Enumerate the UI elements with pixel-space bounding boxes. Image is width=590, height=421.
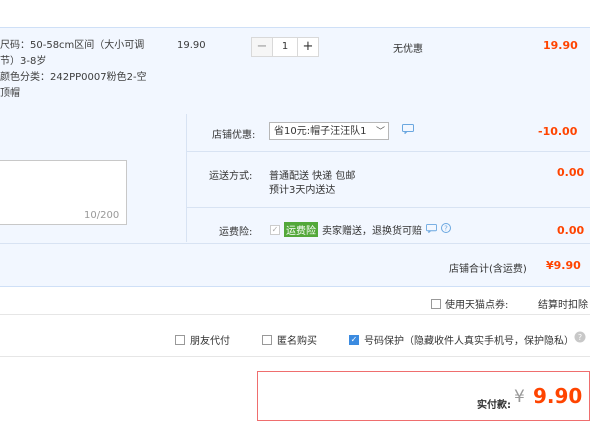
insurance-row: ✓ 运费险 卖家赠送，退换货可赔 ? (270, 222, 451, 237)
divider (186, 207, 590, 208)
privacy-label: 号码保护（隐藏收件人真实手机号，保护隐私） (364, 336, 574, 347)
insurance-checkbox: ✓ (270, 224, 280, 235)
anonymous-label: 匿名购买 (277, 336, 317, 347)
discount-text: 无优惠 (393, 44, 423, 55)
shop-promo-amount: -10.00 (538, 125, 578, 138)
divider (186, 114, 187, 242)
insurance-badge: 运费险 (284, 222, 318, 237)
shop-total-label: 店铺合计(含运费) (449, 264, 527, 275)
shop-total-value: ¥9.90 (546, 259, 581, 272)
insurance-label: 运费险: (219, 227, 253, 238)
chat-icon[interactable] (426, 223, 437, 236)
shop-promo-selected: 省10元:帽子汪汪队1 (274, 126, 367, 137)
anonymous-checkbox[interactable] (262, 334, 272, 345)
shop-promo-select[interactable]: 省10元:帽子汪汪队1 ﹀ (269, 122, 389, 140)
insurance-amount: 0.00 (557, 224, 585, 237)
shipping-eta: 预计3天内送达 (269, 185, 336, 196)
shipping-label: 运送方式: (209, 171, 253, 182)
shipping-amount: 0.00 (557, 166, 585, 179)
points-label: 使用天猫点券: (445, 300, 509, 311)
anonymous-option[interactable]: 匿名购买 (262, 332, 317, 347)
attr-line: 颜色分类：242PP0007粉色2-空 (0, 72, 147, 83)
help-icon[interactable]: ? (574, 331, 586, 346)
svg-text:?: ? (578, 333, 582, 342)
friend-pay-checkbox[interactable] (175, 334, 185, 345)
points-checkbox[interactable] (431, 298, 441, 309)
currency-symbol: ¥ (514, 387, 525, 407)
item-attributes: 尺码：50-58cm区间（大小可调 节）3-8岁 颜色分类：242PP0007粉… (0, 38, 150, 102)
quantity-stepper: − 1 + (251, 37, 319, 57)
help-icon[interactable]: ? (441, 223, 451, 236)
divider (0, 243, 590, 244)
attr-line: 尺码：50-58cm区间（大小可调 (0, 40, 145, 51)
unit-price: 19.90 (177, 40, 206, 51)
decrease-button[interactable]: − (251, 37, 273, 57)
points-deduct-text: 结算时扣除 (538, 300, 588, 311)
increase-button[interactable]: + (297, 37, 319, 57)
privacy-checkbox[interactable]: ✓ (349, 334, 359, 345)
shop-promo-label: 店铺优惠: (212, 130, 256, 141)
item-subtotal: 19.90 (543, 39, 578, 52)
message-counter: 10/200 (84, 210, 120, 221)
chat-icon[interactable] (402, 124, 414, 137)
chevron-down-icon: ﹀ (375, 127, 385, 137)
insurance-text: 卖家赠送，退换货可赔 (322, 226, 422, 237)
points-option[interactable]: 使用天猫点券: (431, 296, 508, 311)
privacy-option[interactable]: ✓ 号码保护（隐藏收件人真实手机号，保护隐私） (349, 332, 574, 347)
payment-amount: 9.90 (533, 384, 583, 408)
payment-label: 实付款: (477, 400, 511, 411)
attr-line: 节）3-8岁 (0, 56, 47, 67)
divider (0, 356, 590, 357)
divider (186, 151, 590, 152)
attr-line: 顶帽 (0, 88, 20, 99)
friend-pay-label: 朋友代付 (190, 336, 230, 347)
friend-pay-option[interactable]: 朋友代付 (175, 332, 230, 347)
svg-text:?: ? (444, 225, 448, 233)
quantity-input[interactable]: 1 (273, 37, 297, 57)
shipping-method: 普通配送 快递 包邮 (269, 171, 356, 182)
divider (0, 314, 590, 315)
